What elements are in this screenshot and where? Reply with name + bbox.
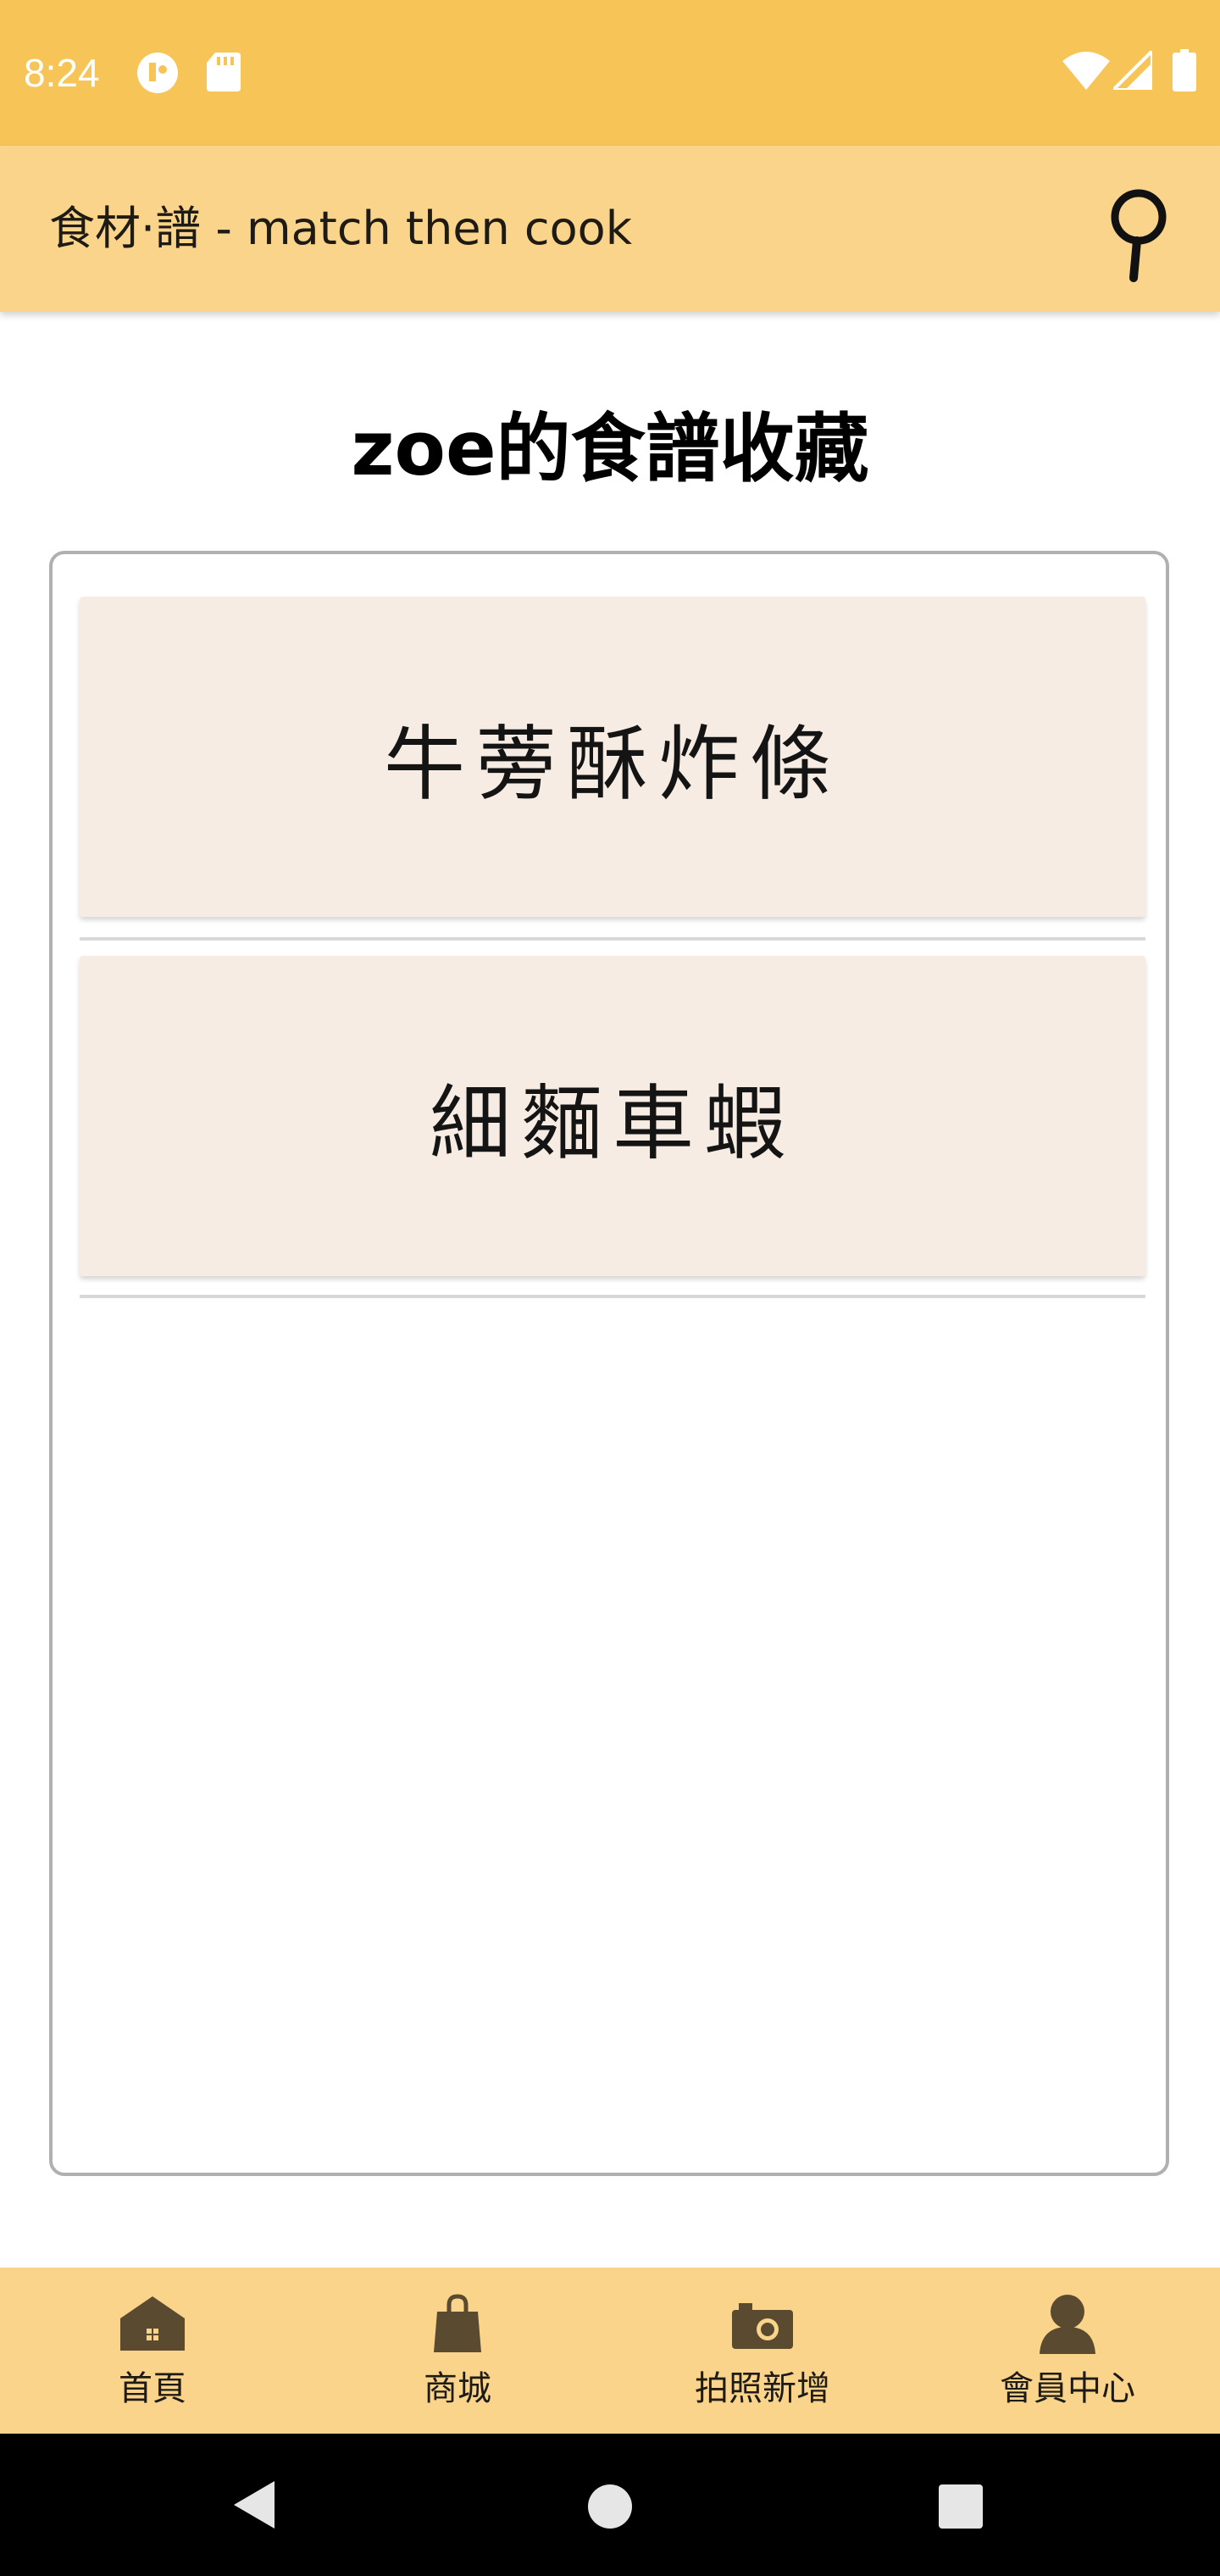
search-button[interactable] bbox=[1093, 183, 1184, 285]
wifi-icon bbox=[1062, 51, 1110, 93]
recents-icon bbox=[939, 2484, 983, 2529]
shopping-bag-icon bbox=[434, 2294, 481, 2352]
status-bar: 8:24 bbox=[0, 0, 1220, 146]
recipe-name: 牛蒡酥炸條 bbox=[384, 716, 841, 812]
nav-home[interactable]: 首頁 bbox=[0, 2268, 305, 2434]
recipe-card[interactable]: 細麵車蝦 bbox=[80, 956, 1145, 1276]
messenger-icon bbox=[136, 51, 180, 98]
magnifier-icon bbox=[1111, 189, 1167, 282]
nav-label: 商城 bbox=[424, 2369, 491, 2408]
back-button[interactable] bbox=[229, 2478, 280, 2535]
recents-button[interactable] bbox=[937, 2483, 984, 2534]
sd-card-icon bbox=[207, 53, 241, 95]
nav-shop[interactable]: 商城 bbox=[305, 2268, 610, 2434]
recipe-name: 細麵車蝦 bbox=[430, 1075, 796, 1171]
recipe-card[interactable]: 牛蒡酥炸條 bbox=[80, 597, 1145, 917]
app-title: 食材·譜 - match then cook bbox=[49, 202, 632, 255]
nav-label: 拍照新增 bbox=[695, 2369, 830, 2408]
back-icon bbox=[234, 2481, 274, 2529]
home-circle-icon bbox=[588, 2484, 632, 2529]
app-bar: 食材·譜 - match then cook bbox=[0, 146, 1220, 312]
system-nav-bar bbox=[0, 2434, 1220, 2576]
nav-camera[interactable]: 拍照新增 bbox=[610, 2268, 915, 2434]
member-icon bbox=[1040, 2295, 1095, 2354]
recipe-list[interactable]: 牛蒡酥炸條 細麵車蝦 bbox=[49, 551, 1169, 2176]
home-button[interactable] bbox=[586, 2483, 634, 2534]
divider bbox=[80, 937, 1145, 941]
page-title: zoe的食譜收藏 bbox=[351, 405, 869, 492]
home-icon bbox=[120, 2296, 185, 2351]
nav-label: 會員中心 bbox=[1000, 2369, 1135, 2408]
battery-icon bbox=[1173, 49, 1196, 95]
divider bbox=[80, 1295, 1145, 1298]
nav-label: 首頁 bbox=[119, 2369, 186, 2408]
camera-icon bbox=[732, 2303, 793, 2349]
status-time: 8:24 bbox=[24, 51, 100, 95]
nav-member[interactable]: 會員中心 bbox=[915, 2268, 1220, 2434]
signal-icon bbox=[1109, 47, 1154, 93]
bottom-nav: 首頁 商城 拍照新增 會員中心 bbox=[0, 2268, 1220, 2434]
